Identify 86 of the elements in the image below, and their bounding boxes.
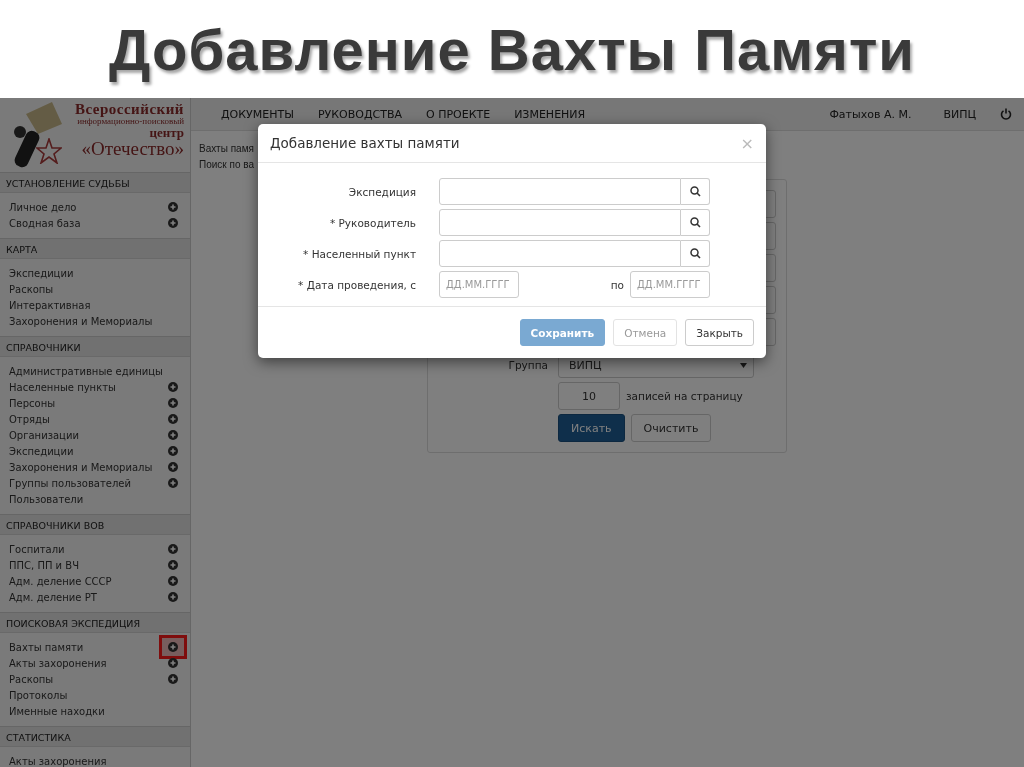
sidebar-item[interactable]: Персоны bbox=[9, 397, 168, 409]
add-icon[interactable] bbox=[168, 446, 178, 456]
field-label: * Населенный пункт bbox=[302, 247, 416, 260]
sidebar-section-header: СПРАВОЧНИКИ bbox=[0, 336, 190, 357]
field-label: записей на страницу bbox=[626, 390, 743, 402]
sidebar-item[interactable]: Именные находки bbox=[9, 705, 168, 717]
search-icon bbox=[689, 217, 701, 228]
sidebar-section-header: ПОИСКОВАЯ ЭКСПЕДИЦИЯ bbox=[0, 612, 190, 633]
caret-icon bbox=[740, 362, 747, 368]
add-icon[interactable] bbox=[168, 218, 178, 228]
sidebar-item[interactable]: Госпитали bbox=[9, 543, 168, 555]
sidebar-item[interactable]: Организации bbox=[9, 429, 168, 441]
add-icon[interactable] bbox=[168, 462, 178, 472]
logo-text: информационно-поисковый bbox=[77, 117, 184, 126]
sidebar-section-header: СПРАВОЧНИКИ ВОВ bbox=[0, 514, 190, 535]
sidebar-item[interactable]: Группы пользователей bbox=[9, 477, 168, 489]
logo-text: центр bbox=[149, 126, 184, 139]
nav-link[interactable]: О ПРОЕКТЕ bbox=[426, 107, 491, 121]
sidebar-item[interactable]: Интерактивная bbox=[9, 299, 168, 311]
add-icon[interactable] bbox=[168, 478, 178, 488]
sidebar-item[interactable]: Пользователи bbox=[9, 493, 168, 505]
sidebar-item[interactable]: Адм. деление РТ bbox=[9, 591, 168, 603]
sidebar-item[interactable]: Раскопы bbox=[9, 283, 168, 295]
sidebar-item[interactable]: Акты захоронения bbox=[9, 755, 168, 767]
add-icon[interactable] bbox=[168, 560, 178, 570]
add-icon[interactable] bbox=[168, 642, 178, 652]
sidebar-item[interactable]: Акты захоронения bbox=[9, 657, 168, 669]
search-button[interactable] bbox=[681, 240, 710, 267]
date-separator: по bbox=[610, 278, 624, 291]
organization-link[interactable]: ВИПЦ bbox=[943, 107, 976, 121]
nav-link[interactable]: РУКОВОДСТВА bbox=[317, 107, 402, 121]
sidebar-item[interactable]: Экспедиции bbox=[9, 267, 168, 279]
input-field[interactable] bbox=[439, 240, 681, 267]
sidebar-section-header: СТАТИСТИКА bbox=[0, 726, 190, 747]
page-heading: Вахты памя bbox=[199, 142, 254, 156]
page-size-field[interactable]: 10 bbox=[558, 382, 620, 410]
slide-title: Добавление Вахты Памяти bbox=[109, 15, 915, 83]
sidebar-item[interactable]: Адм. деление СССР bbox=[9, 575, 168, 587]
input-field[interactable] bbox=[439, 178, 681, 205]
search-icon bbox=[689, 186, 701, 197]
field-label: * Дата проведения, с bbox=[297, 278, 416, 291]
field-label: Группа bbox=[507, 359, 549, 371]
sidebar-section-header: КАРТА bbox=[0, 238, 190, 259]
add-icon[interactable] bbox=[168, 658, 178, 668]
date-field[interactable]: ДД.ММ.ГГГГ bbox=[439, 271, 519, 298]
sidebar-item[interactable]: Захоронения и Мемориалы bbox=[9, 315, 168, 327]
sidebar-section-header: УСТАНОВЛЕНИЕ СУДЬБЫ bbox=[0, 172, 190, 193]
add-icon[interactable] bbox=[168, 576, 178, 586]
sidebar-item[interactable]: Протоколы bbox=[9, 689, 168, 701]
input-field[interactable] bbox=[439, 209, 681, 236]
clear-button[interactable]: Очистить bbox=[630, 414, 712, 442]
dialog-title: Добавление вахты памяти bbox=[270, 135, 460, 151]
search-button[interactable]: Искать bbox=[558, 414, 625, 442]
search-button[interactable] bbox=[681, 178, 710, 205]
user-name[interactable]: Фатыхов А. М. bbox=[829, 107, 912, 121]
add-icon[interactable] bbox=[168, 398, 178, 408]
add-icon[interactable] bbox=[168, 430, 178, 440]
sidebar-item[interactable]: Раскопы bbox=[9, 673, 168, 685]
logo-text: «Отечество» bbox=[81, 139, 184, 158]
page-subtitle: Поиск по ва bbox=[199, 158, 254, 172]
add-icon[interactable] bbox=[168, 202, 178, 212]
sidebar-item[interactable]: Вахты памяти bbox=[9, 641, 162, 653]
field-label: Экспедиция bbox=[347, 185, 416, 198]
field-label: * Руководитель bbox=[328, 216, 416, 229]
star-icon bbox=[36, 138, 62, 164]
sidebar-item[interactable]: Населенные пункты bbox=[9, 381, 168, 393]
nav-link[interactable]: ДОКУМЕНТЫ bbox=[221, 107, 294, 121]
sidebar-item[interactable]: Захоронения и Мемориалы bbox=[9, 461, 168, 473]
sidebar-item[interactable]: Личное дело bbox=[9, 201, 168, 213]
sidebar-item[interactable]: ППС, ПП и ВЧ bbox=[9, 559, 168, 571]
add-icon[interactable] bbox=[168, 414, 178, 424]
add-icon[interactable] bbox=[168, 592, 178, 602]
search-button[interactable] bbox=[681, 209, 710, 236]
nav-link[interactable]: ИЗМЕНЕНИЯ bbox=[514, 107, 586, 121]
sidebar-item[interactable]: Отряды bbox=[9, 413, 168, 425]
add-icon[interactable] bbox=[168, 382, 178, 392]
sidebar-item[interactable]: Административные единицы bbox=[9, 365, 168, 377]
close-button[interactable]: Закрыть bbox=[685, 319, 754, 346]
sidebar-item[interactable]: Сводная база bbox=[9, 217, 168, 229]
date-field[interactable]: ДД.ММ.ГГГГ bbox=[630, 271, 710, 298]
sidebar-item[interactable]: Экспедиции bbox=[9, 445, 168, 457]
logo-text: Всероссийский bbox=[74, 102, 184, 117]
add-icon[interactable] bbox=[168, 544, 178, 554]
power-icon[interactable] bbox=[1000, 108, 1012, 120]
search-icon bbox=[689, 248, 701, 259]
add-icon[interactable] bbox=[168, 674, 178, 684]
